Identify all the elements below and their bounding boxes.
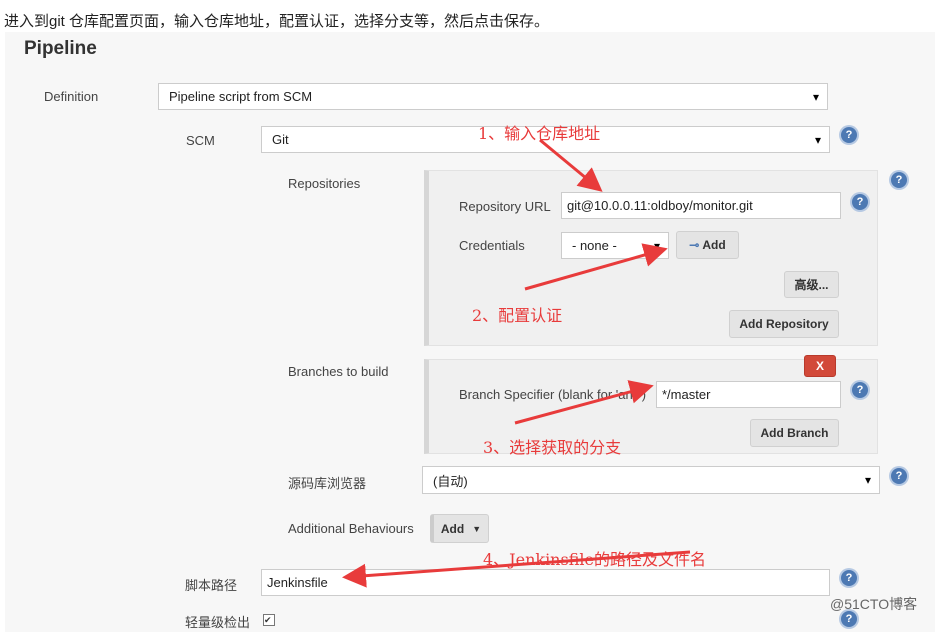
watermark: @51CTO博客	[830, 596, 918, 612]
annotation-arrows	[342, 138, 691, 588]
arrow-1	[539, 138, 603, 192]
arrow-2	[524, 243, 668, 291]
arrow-3	[514, 380, 654, 425]
arrow-4	[342, 550, 691, 588]
